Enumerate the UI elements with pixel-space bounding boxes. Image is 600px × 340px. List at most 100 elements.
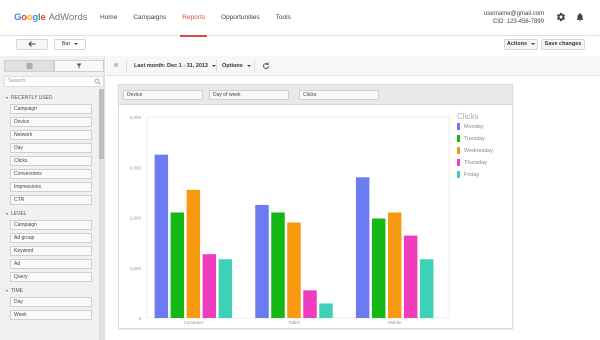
legend-label: Friday xyxy=(464,172,480,178)
bar-mobile-monday[interactable] xyxy=(355,177,370,318)
bar-tablet-friday[interactable] xyxy=(319,303,333,318)
nav-tools[interactable]: Tools xyxy=(268,0,299,36)
field-item[interactable]: Clicks xyxy=(10,156,92,166)
chevron-down-icon xyxy=(246,64,251,67)
back-button[interactable] xyxy=(16,39,48,50)
adwords-logo[interactable]: Google AdWords xyxy=(14,10,87,24)
panel-scrollbar[interactable] xyxy=(99,89,104,340)
y-tick-label: 2,000 xyxy=(130,216,142,221)
bar-tablet-thursday[interactable] xyxy=(303,290,317,318)
field-item[interactable]: Impressions xyxy=(10,182,92,192)
menu-icon xyxy=(26,63,32,69)
bar-mobile-wednesday[interactable] xyxy=(387,212,402,318)
top-navigation-bar: Google AdWords Home Campaigns Reports Op… xyxy=(0,0,600,37)
column-field-chip[interactable]: Day of week xyxy=(209,90,289,100)
scrollbar-thumb[interactable] xyxy=(99,89,104,159)
bar-computer-wednesday[interactable] xyxy=(186,189,201,318)
product-name: AdWords xyxy=(48,11,88,23)
x-category-label: Mobile xyxy=(388,320,402,325)
arrow-left-icon xyxy=(28,40,36,47)
y-tick-label: 3,000 xyxy=(130,165,142,170)
legend-label: Wednesday xyxy=(464,148,493,154)
options-label: Options xyxy=(222,63,243,69)
date-range: Dec 1 - 31, 2013 xyxy=(167,63,208,69)
metric-field-chip[interactable]: Clicks xyxy=(299,90,379,100)
triangle-down-icon xyxy=(6,96,8,99)
field-item[interactable]: Keyword xyxy=(10,246,92,256)
field-item[interactable]: Week xyxy=(10,310,92,320)
tab-list[interactable] xyxy=(4,60,54,72)
bar-tablet-wednesday[interactable] xyxy=(287,222,301,318)
chart-type-dropdown[interactable]: Bar xyxy=(54,39,86,50)
field-item[interactable]: Device xyxy=(10,117,92,127)
group-header-time[interactable]: TIME xyxy=(4,285,98,297)
field-item[interactable]: Campaign xyxy=(10,220,92,230)
field-item[interactable]: Query xyxy=(10,272,92,282)
field-item[interactable]: Day xyxy=(10,143,92,153)
triangle-down-icon xyxy=(6,289,8,292)
legend-swatch xyxy=(457,159,460,166)
field-item[interactable]: Ad group xyxy=(10,233,92,243)
field-search-input[interactable]: Search xyxy=(4,76,104,87)
field-item[interactable]: Conversions xyxy=(10,169,92,179)
chevron-down-icon xyxy=(531,42,536,45)
group-header-level[interactable]: LEVEL xyxy=(4,208,98,220)
refresh-icon[interactable] xyxy=(262,62,270,70)
divider xyxy=(254,60,255,72)
divider xyxy=(126,60,127,72)
legend-label: Monday xyxy=(464,124,484,130)
bar-chart: 0 1,000 2,000 3,000 4,000 Computer Tablet Mobil… xyxy=(130,115,450,325)
save-label: Save changes xyxy=(544,41,582,47)
legend-swatch xyxy=(457,171,460,178)
tab-filter[interactable] xyxy=(54,60,104,72)
search-icon xyxy=(94,78,101,85)
nav-opportunities[interactable]: Opportunities xyxy=(213,0,268,36)
bell-icon[interactable] xyxy=(575,12,585,22)
bar-mobile-friday[interactable] xyxy=(419,259,434,318)
bar-tablet-tuesday[interactable] xyxy=(271,212,285,318)
actions-label: Actions xyxy=(506,41,528,47)
group-header-recently-used[interactable]: RECENTLY USED xyxy=(4,92,98,104)
field-item[interactable]: CTR xyxy=(10,195,92,205)
row-field-chip[interactable]: Device xyxy=(123,90,203,100)
account-email: username@gmail.com xyxy=(483,11,544,17)
divider xyxy=(216,60,217,72)
nav-home[interactable]: Home xyxy=(92,0,125,36)
legend-item-tuesday[interactable]: Tuesday xyxy=(457,135,485,143)
bar-computer-tuesday[interactable] xyxy=(170,212,185,318)
legend-swatch xyxy=(457,135,460,142)
bar-mobile-tuesday[interactable] xyxy=(371,218,386,318)
google-wordmark: Google xyxy=(14,11,46,23)
legend-label: Thursday xyxy=(464,160,487,166)
save-changes-button[interactable]: Save changes xyxy=(541,39,585,50)
field-list: RECENTLY USED Campaign Device Network Da… xyxy=(4,92,98,323)
collapse-panel-button[interactable]: « xyxy=(114,59,118,71)
account-info[interactable]: username@gmail.com CID: 123-456-7890 xyxy=(484,10,544,26)
legend-item-friday[interactable]: Friday xyxy=(457,171,479,179)
field-item[interactable]: Network xyxy=(10,130,92,140)
nav-reports[interactable]: Reports xyxy=(174,0,213,37)
field-item[interactable]: Campaign xyxy=(10,104,92,114)
triangle-down-icon xyxy=(6,212,8,215)
legend-title: Clicks xyxy=(457,112,479,121)
bar-computer-thursday[interactable] xyxy=(202,254,217,318)
account-cid: CID: 123-456-7890 xyxy=(492,19,544,25)
nav-campaigns[interactable]: Campaigns xyxy=(125,0,174,36)
field-item[interactable]: Ad xyxy=(10,259,92,269)
legend-item-wednesday[interactable]: Wednesday xyxy=(457,147,493,155)
actions-button[interactable]: Actions xyxy=(504,39,538,50)
legend-item-monday[interactable]: Monday xyxy=(457,123,484,131)
bar-computer-monday[interactable] xyxy=(154,154,169,318)
filter-icon xyxy=(76,63,82,69)
panel-tabs xyxy=(4,60,104,72)
options-dropdown[interactable]: Options xyxy=(222,60,251,72)
bar-tablet-monday[interactable] xyxy=(255,204,269,318)
legend-item-thursday[interactable]: Thursday xyxy=(457,159,487,167)
bar-mobile-thursday[interactable] xyxy=(403,235,418,318)
pivot-fields-bar: Device Day of week Clicks xyxy=(119,85,512,105)
legend-label: Tuesday xyxy=(464,136,485,142)
gear-icon[interactable] xyxy=(556,12,566,22)
bar-computer-friday[interactable] xyxy=(218,259,233,318)
field-item[interactable]: Day xyxy=(10,297,92,307)
date-range-selector[interactable]: Last month: Dec 1 - 31, 2013 xyxy=(134,60,216,72)
